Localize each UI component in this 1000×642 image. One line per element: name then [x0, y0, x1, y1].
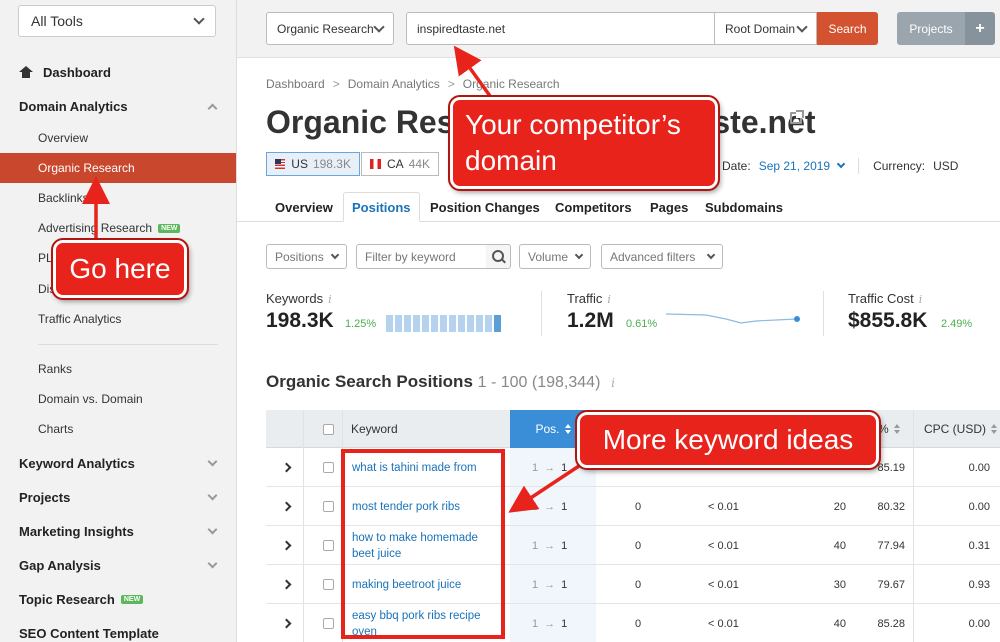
- go-here-callout: Go here: [51, 238, 189, 300]
- arrow-to-search: [453, 45, 492, 98]
- competitor-callout: Your competitor’s domain: [448, 95, 720, 191]
- keyword-highlight-box: [341, 449, 505, 639]
- arrow-to-keywords: [508, 460, 586, 513]
- more-keywords-callout: More keyword ideas: [575, 410, 881, 470]
